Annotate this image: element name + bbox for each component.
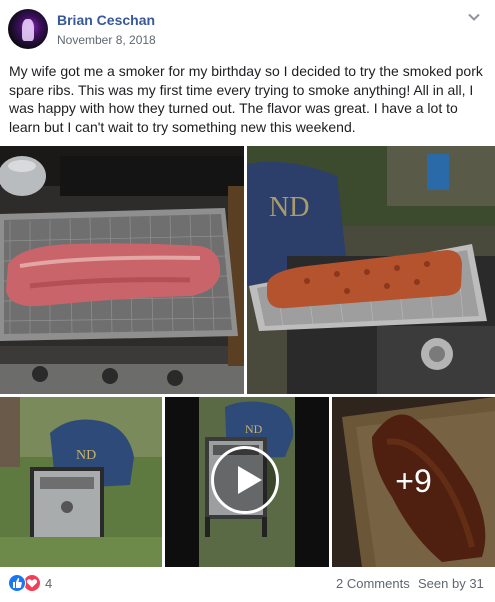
svg-text:ND: ND — [76, 448, 96, 463]
photo-seasoned-ribs[interactable]: ND — [247, 146, 495, 394]
thumbs-up-icon[interactable] — [8, 574, 26, 592]
author-name[interactable]: Brian Ceschan — [57, 12, 155, 28]
post-date[interactable]: November 8, 2018 — [57, 33, 156, 47]
post-footer: 4 2 Comments Seen by 31 — [0, 572, 495, 598]
more-photos-count[interactable]: +9 — [332, 458, 495, 504]
avatar[interactable] — [8, 9, 48, 49]
chevron-down-icon[interactable] — [467, 10, 481, 24]
photo-raw-ribs[interactable] — [0, 146, 244, 394]
reaction-count[interactable]: 4 — [45, 576, 52, 591]
seen-by[interactable]: Seen by 31 — [418, 576, 484, 591]
post-text: My wife got me a smoker for my birthday … — [9, 63, 483, 135]
svg-text:ND: ND — [245, 422, 263, 436]
svg-text:ND: ND — [269, 192, 309, 223]
comments-link[interactable]: 2 Comments — [336, 576, 410, 591]
play-icon[interactable] — [211, 446, 279, 514]
post-header: Brian Ceschan November 8, 2018 — [0, 0, 495, 58]
photo-smoker-yard[interactable]: ND — [0, 397, 162, 567]
